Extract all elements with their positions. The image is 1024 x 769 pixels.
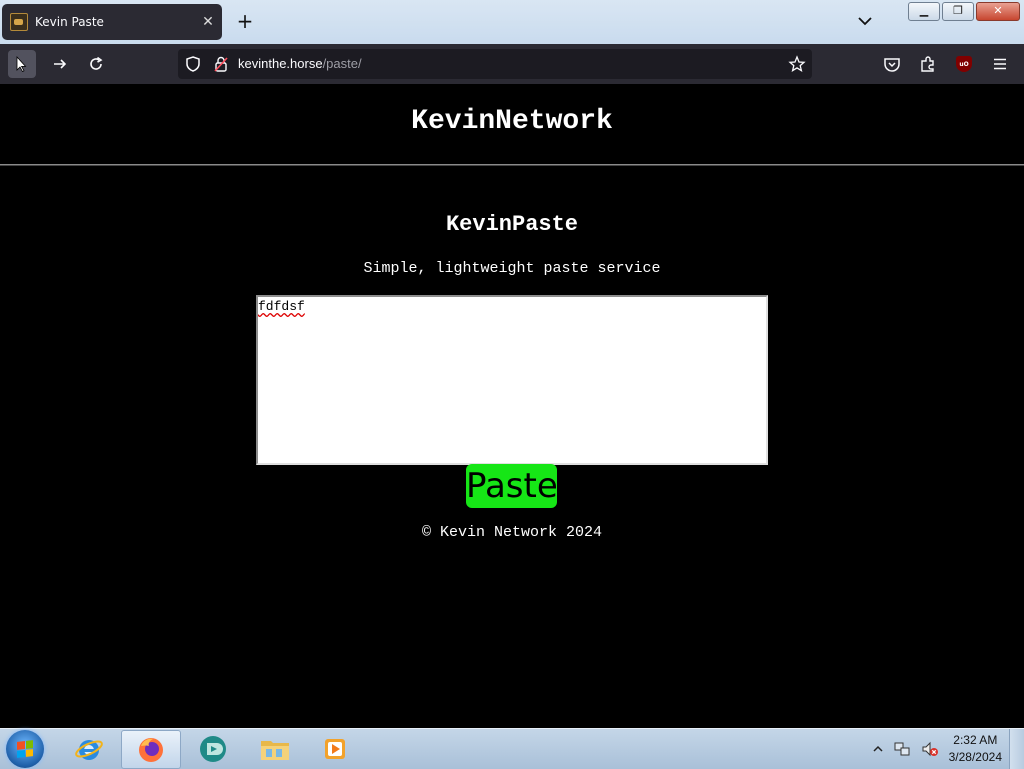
bookmark-star-icon[interactable] [788,55,806,73]
show-hidden-icons-icon[interactable] [873,744,883,754]
ublock-origin-button[interactable]: uO [950,50,978,78]
puzzle-piece-icon [921,56,934,72]
taskbar-file-explorer[interactable] [246,730,304,767]
url-text: kevinthe.horse/paste/ [238,56,362,71]
address-bar[interactable]: kevinthe.horse/paste/ [178,49,812,79]
forward-button[interactable] [46,50,74,78]
url-host: kevinthe.horse [238,56,323,71]
back-button[interactable] [8,50,36,78]
url-path: /paste/ [322,56,362,71]
pocket-icon [884,58,900,72]
app-icon [200,735,226,762]
clock-date: 3/28/2024 [948,750,1002,764]
start-button[interactable] [6,730,44,768]
show-desktop-button[interactable] [1009,729,1024,769]
site-favicon-icon [10,13,28,31]
footer-copyright: © Kevin Network 2024 [421,524,603,541]
paste-textarea[interactable]: fdfdsf [256,295,768,465]
reload-button[interactable] [82,50,110,78]
pocket-button[interactable] [878,50,906,78]
tab-title: Kevin Paste [35,15,104,29]
taskbar-app[interactable] [184,730,242,767]
list-all-tabs-icon[interactable] [856,12,874,30]
close-window-button[interactable]: ✕ [976,2,1020,21]
file-explorer-icon [261,740,289,760]
taskbar: 2:32 AM 3/28/2024 [0,728,1024,769]
network-icon[interactable] [893,740,911,758]
tagline: Simple, lightweight paste service [363,260,661,277]
site-title: KevinNetwork [411,106,613,137]
system-tray: 2:32 AM 3/28/2024 [873,729,1002,769]
nav-toolbar: kevinthe.horse/paste/ uO [0,44,1024,84]
media-player-icon [325,738,345,759]
paste-text-value: fdfdsf [258,299,305,314]
taskbar-media-player[interactable] [306,730,364,767]
insecure-lock-icon[interactable] [212,55,230,73]
forward-arrow-icon [54,59,67,69]
ublock-origin-icon: uO [956,56,972,72]
windows-logo-icon [17,740,33,758]
taskbar-firefox[interactable] [121,730,181,769]
new-tab-button[interactable]: + [236,11,254,32]
internet-explorer-icon [75,739,103,760]
window-controls: ▁ ❐ ✕ [908,2,1020,21]
tracking-protection-shield-icon[interactable] [184,55,202,73]
taskbar-internet-explorer[interactable] [60,730,118,767]
tab-kevin-paste[interactable]: Kevin Paste ✕ [2,4,222,40]
app-title: KevinPaste [445,212,579,237]
tab-bar: Kevin Paste ✕ + ▁ ❐ ✕ [0,0,1024,44]
page-content: KevinNetwork KevinPaste Simple, lightwei… [0,84,1024,728]
clock[interactable]: 2:32 AM 3/28/2024 [949,732,1002,766]
header-divider [0,164,1024,166]
minimize-button[interactable]: ▁ [908,2,940,21]
tab-close-icon[interactable]: ✕ [198,14,218,30]
restore-button[interactable]: ❐ [942,2,974,21]
reload-icon [90,56,103,70]
app-menu-button[interactable] [986,50,1014,78]
clock-time: 2:32 AM [953,733,998,747]
hamburger-menu-icon [994,58,1006,70]
paste-button[interactable]: Paste [466,464,558,508]
volume-muted-icon[interactable] [921,740,939,758]
extensions-button[interactable] [914,50,942,78]
back-arrow-icon [16,55,27,73]
firefox-icon [139,737,163,762]
